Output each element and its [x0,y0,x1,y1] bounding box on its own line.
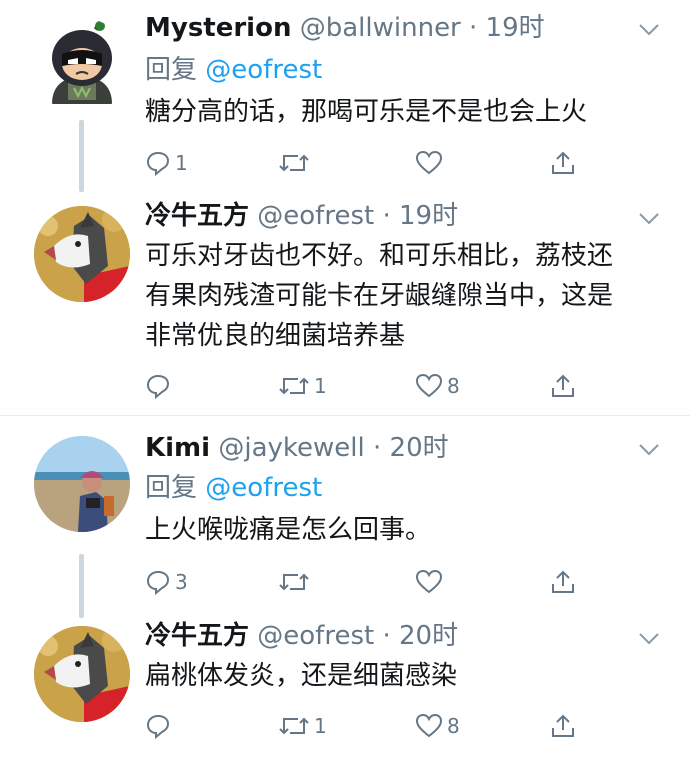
user-handle[interactable]: @jaykewell [218,433,364,463]
share-button[interactable] [550,562,576,602]
tweet-text: 糖分高的话，那喝可乐是不是也会上火 [145,92,665,132]
retweet-button[interactable] [278,143,314,183]
husky-avatar-image [34,626,130,722]
retweet-icon [279,377,309,395]
share-icon [552,151,574,174]
reply-count: 1 [175,151,188,175]
retweet-button[interactable] [278,562,314,602]
text-line: 有果肉残渣可能卡在牙龈缝隙当中，这是 [145,281,614,311]
action-bar: 3 [145,562,605,602]
separator-dot: · [382,201,391,231]
chevron-down-icon[interactable] [638,23,660,37]
tweet-4[interactable]: 冷牛五方 @eofrest · 20时 扁桃体发炎，还是细菌感染 1 8 [0,620,690,762]
chevron-down-icon[interactable] [638,632,660,646]
tweet-text: 可乐对牙齿也不好。和可乐相比，荔枝还 有果肉残渣可能卡在牙龈缝隙当中，这是 非常… [145,236,665,356]
retweet-button[interactable]: 1 [278,706,327,746]
timestamp[interactable]: 19时 [399,201,458,231]
tweet-header: 冷牛五方 @eofrest · 19时 [145,196,458,236]
tweet-header: Kimi @jaykewell · 20时 [145,428,449,468]
reply-label: 回复 [145,473,198,503]
reply-button[interactable]: 1 [145,143,188,183]
share-button[interactable] [550,143,576,183]
tweet-1[interactable]: Mysterion @ballwinner · 19时 回复 @eofrest … [0,0,690,200]
kimi-avatar-image [34,436,130,532]
display-name[interactable]: Mysterion [145,13,291,43]
text-line: 上火喉咙痛是怎么回事。 [145,515,432,545]
timestamp[interactable]: 20时 [399,621,458,651]
avatar[interactable] [34,206,130,302]
husky-avatar-image [34,206,130,302]
heart-icon [415,569,443,594]
text-line: 可乐对牙齿也不好。和可乐相比，荔枝还 [145,241,614,271]
separator-dot: · [469,13,478,43]
separator-dot: · [382,621,391,651]
replying-to: 回复 @eofrest [145,468,322,508]
user-handle[interactable]: @ballwinner [300,13,461,43]
like-button[interactable]: 8 [415,366,460,406]
like-button[interactable] [415,562,447,602]
tweet-header: Mysterion @ballwinner · 19时 [145,8,545,48]
like-count: 8 [447,714,460,738]
reply-count: 3 [175,570,188,594]
share-icon [552,714,574,737]
timestamp[interactable]: 20时 [390,433,449,463]
reply-icon [146,374,170,399]
retweet-button[interactable]: 1 [278,366,327,406]
avatar[interactable] [34,436,130,532]
mention-link[interactable]: @eofrest [205,55,322,85]
tweet-header: 冷牛五方 @eofrest · 20时 [145,616,458,656]
retweet-count: 1 [314,374,327,398]
action-bar: 1 8 [145,366,605,406]
replying-to: 回复 @eofrest [145,50,322,90]
thread-line [79,120,84,192]
tweet-text: 扁桃体发炎，还是细菌感染 [145,656,665,696]
retweet-icon [279,154,309,172]
tweet-2[interactable]: 冷牛五方 @eofrest · 19时 可乐对牙齿也不好。和可乐相比，荔枝还 有… [0,200,690,414]
retweet-count: 1 [314,714,327,738]
display-name[interactable]: 冷牛五方 [145,201,249,231]
reply-button[interactable] [145,706,175,746]
separator-dot: · [373,433,382,463]
display-name[interactable]: 冷牛五方 [145,621,249,651]
reply-label: 回复 [145,55,198,85]
mention-link[interactable]: @eofrest [205,473,322,503]
heart-icon [415,373,443,398]
display-name[interactable]: Kimi [145,433,210,463]
like-button[interactable]: 8 [415,706,460,746]
chevron-down-icon[interactable] [638,443,660,457]
retweet-icon [279,717,309,735]
action-bar: 1 [145,143,605,183]
share-icon [552,570,574,593]
action-bar: 1 8 [145,706,605,746]
avatar[interactable] [34,18,130,114]
text-line: 扁桃体发炎，还是细菌感染 [145,661,458,691]
avatar[interactable] [34,626,130,722]
timestamp[interactable]: 19时 [486,13,545,43]
tweet-3[interactable]: Kimi @jaykewell · 20时 回复 @eofrest 上火喉咙痛是… [0,416,690,620]
mysterion-avatar-image [52,21,112,104]
heart-icon [415,713,443,738]
like-count: 8 [447,374,460,398]
user-handle[interactable]: @eofrest [257,621,374,651]
text-line: 非常优良的细菌培养基 [145,321,406,351]
share-button[interactable] [550,366,576,406]
reply-icon [146,570,170,595]
chevron-down-icon[interactable] [638,212,660,226]
share-button[interactable] [550,706,576,746]
text-line: 糖分高的话，那喝可乐是不是也会上火 [145,97,588,127]
share-icon [552,374,574,397]
retweet-icon [279,573,309,591]
like-button[interactable] [415,143,447,183]
heart-icon [415,150,443,175]
thread-line [79,554,84,618]
reply-icon [146,151,170,176]
tweet-text: 上火喉咙痛是怎么回事。 [145,510,665,550]
reply-button[interactable]: 3 [145,562,188,602]
reply-icon [146,714,170,739]
reply-button[interactable] [145,366,175,406]
user-handle[interactable]: @eofrest [257,201,374,231]
